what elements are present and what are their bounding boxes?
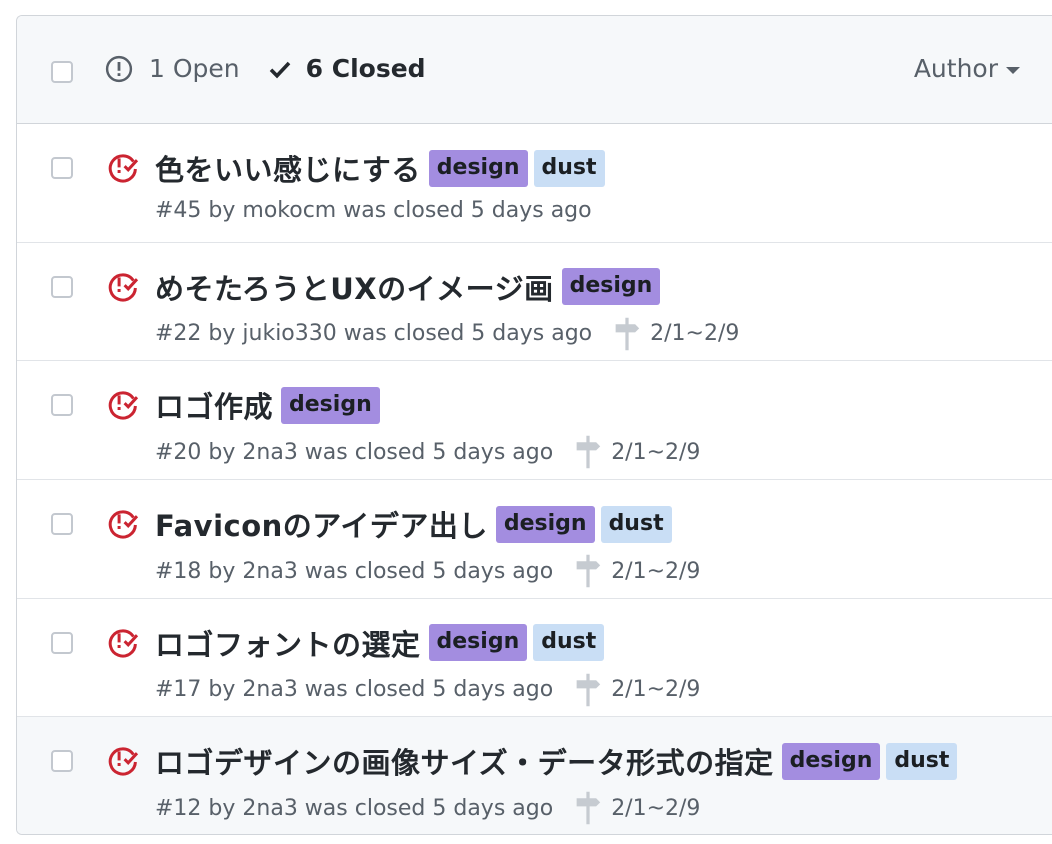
milestone-label: 2/1~2/9 <box>611 795 701 821</box>
open-issues-tab[interactable]: 1 Open <box>105 54 240 83</box>
issue-meta-text: #22 by jukio330 was closed 5 days ago <box>155 321 593 347</box>
label-dust[interactable]: dust <box>533 149 605 187</box>
issue-row[interactable]: ロゴ作成 design #20 by 2na3 was closed 5 days … <box>17 361 1052 481</box>
check-icon <box>269 61 290 78</box>
issue-title-line: 色をいい感じにする design dust <box>155 147 611 189</box>
issue-closed-icon <box>108 273 139 302</box>
caret-down-icon <box>1006 66 1020 74</box>
issue-meta: #45 by mokocm was closed 5 days ago <box>155 198 592 223</box>
label-design[interactable]: design <box>281 386 380 424</box>
author-filter-dropdown[interactable]: Author <box>914 54 1020 83</box>
issue-meta-text: #45 by mokocm was closed 5 days ago <box>155 198 592 223</box>
milestone-link[interactable]: 2/1~2/9 <box>575 554 700 588</box>
milestone-icon <box>576 554 601 588</box>
issue-title-link[interactable]: めそたろうとUXのイメージ画 <box>155 266 554 308</box>
issue-checkbox[interactable] <box>51 513 73 536</box>
issue-title-line: ロゴ作成 design <box>155 384 386 426</box>
issues-list-header: 1 Open 6 Closed Author <box>17 16 1052 124</box>
issue-title-link[interactable]: Faviconのアイデア出し <box>155 503 488 545</box>
issue-row[interactable]: Faviconのアイデア出し design dust #18 by 2na3 was … <box>17 480 1052 599</box>
issue-row[interactable]: めそたろうとUXのイメージ画 design #22 by jukio330 was … <box>17 243 1052 362</box>
issue-meta: #20 by 2na3 was closed 5 days ago 2/1~2/… <box>155 435 700 469</box>
issue-meta: #17 by 2na3 was closed 5 days ago 2/1~2/… <box>155 673 700 707</box>
issue-row[interactable]: ロゴデザインの画像サイズ・データ形式の指定 design dust #12 by 2n… <box>17 717 1052 834</box>
author-filter-label: Author <box>913 54 998 83</box>
issue-checkbox[interactable] <box>51 750 73 773</box>
milestone-icon <box>576 673 601 706</box>
issue-meta: #18 by 2na3 was closed 5 days ago 2/1~2/… <box>155 554 700 588</box>
issue-rows: 色をいい感じにする design dust #45 by mokocm was clo… <box>17 124 1052 834</box>
milestone-label: 2/1~2/9 <box>611 677 701 703</box>
issue-meta: #22 by jukio330 was closed 5 days ago 2/… <box>155 317 739 351</box>
milestone-label: 2/1~2/9 <box>650 321 740 347</box>
label-design[interactable]: design <box>495 505 595 543</box>
label-design[interactable]: design <box>428 149 528 187</box>
select-all-checkbox[interactable] <box>51 61 73 83</box>
issue-opened-icon <box>105 55 133 82</box>
milestone-icon <box>576 792 601 825</box>
issue-meta-text: #20 by 2na3 was closed 5 days ago <box>155 439 554 465</box>
issue-closed-icon <box>108 154 139 183</box>
issue-checkbox[interactable] <box>51 275 73 298</box>
label-design[interactable]: design <box>428 624 528 662</box>
issue-checkbox[interactable] <box>51 631 73 654</box>
milestone-label: 2/1~2/9 <box>611 558 701 584</box>
issue-row[interactable]: 色をいい感じにする design dust #45 by mokocm was clo… <box>17 124 1052 243</box>
issue-title-link[interactable]: 色をいい感じにする <box>155 147 421 189</box>
issue-meta: #12 by 2na3 was closed 5 days ago 2/1~2/… <box>155 791 700 825</box>
milestone-link[interactable]: 2/1~2/9 <box>614 317 739 351</box>
issue-title-line: Faviconのアイデア出し design dust <box>155 503 678 545</box>
label-dust[interactable]: dust <box>886 742 958 780</box>
issue-title-line: めそたろうとUXのイメージ画 design <box>155 266 666 308</box>
open-issues-label: 1 Open <box>149 54 240 83</box>
issue-title-link[interactable]: ロゴ作成 <box>155 384 273 426</box>
issue-row[interactable]: ロゴフォントの選定 design dust #17 by 2na3 was close… <box>17 599 1052 718</box>
label-dust[interactable]: dust <box>600 505 672 543</box>
milestone-link[interactable]: 2/1~2/9 <box>575 791 700 825</box>
label-dust[interactable]: dust <box>533 624 605 662</box>
milestone-icon <box>615 317 640 350</box>
milestone-link[interactable]: 2/1~2/9 <box>575 435 700 469</box>
issue-closed-icon <box>108 629 139 658</box>
label-design[interactable]: design <box>781 742 881 780</box>
issue-title-link[interactable]: ロゴフォントの選定 <box>155 622 421 664</box>
issue-title-line: ロゴデザインの画像サイズ・データ形式の指定 design dust <box>155 740 963 782</box>
state-toggle-group: 1 Open 6 Closed <box>105 54 426 83</box>
issue-closed-icon <box>108 510 139 539</box>
closed-issues-tab[interactable]: 6 Closed <box>268 54 426 83</box>
issue-checkbox[interactable] <box>51 157 73 179</box>
issue-meta-text: #12 by 2na3 was closed 5 days ago <box>155 795 554 821</box>
milestone-icon <box>576 436 601 469</box>
issues-list: 1 Open 6 Closed Author 色をいい感じにする design du… <box>16 15 1052 835</box>
milestone-link[interactable]: 2/1~2/9 <box>575 673 700 707</box>
issue-meta-text: #18 by 2na3 was closed 5 days ago <box>155 558 554 584</box>
issue-title-line: ロゴフォントの選定 design dust <box>155 622 610 664</box>
issue-closed-icon <box>108 391 139 420</box>
closed-issues-label: 6 Closed <box>305 54 426 83</box>
issue-meta-text: #17 by 2na3 was closed 5 days ago <box>155 677 554 703</box>
issue-closed-icon <box>108 747 139 776</box>
issue-title-link[interactable]: ロゴデザインの画像サイズ・データ形式の指定 <box>155 740 774 782</box>
label-design[interactable]: design <box>561 268 661 306</box>
milestone-label: 2/1~2/9 <box>611 439 701 465</box>
issue-checkbox[interactable] <box>51 394 73 417</box>
